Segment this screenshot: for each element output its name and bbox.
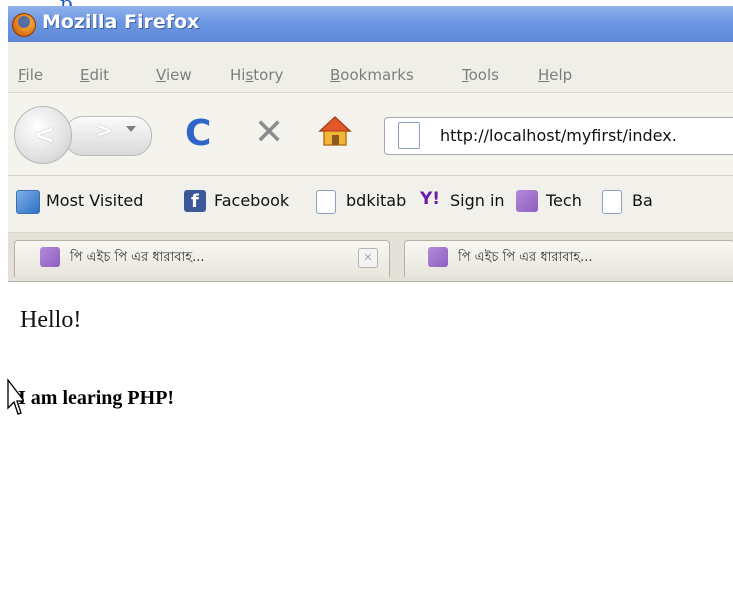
menu-edit[interactable]: Edit — [80, 66, 109, 84]
reload-icon[interactable]: C — [185, 113, 211, 154]
back-arrow-icon: < — [33, 120, 55, 150]
window-title: Mozilla Firefox — [42, 11, 200, 33]
bookmark-tech[interactable]: Tech — [546, 191, 582, 210]
facebook-icon: f — [184, 190, 206, 212]
tab-1-label: পি এইচ পি এর ধারাবাহ... — [70, 250, 205, 265]
menu-history[interactable]: History — [230, 66, 283, 84]
page-icon — [316, 190, 336, 214]
menu-bookmarks[interactable]: Bookmarks — [330, 66, 414, 84]
mouse-cursor-icon — [6, 378, 26, 422]
bookmark-most-visited[interactable]: Most Visited — [46, 191, 143, 210]
yahoo-icon: Y! — [420, 189, 441, 209]
most-visited-icon — [16, 190, 40, 214]
page-icon — [602, 190, 622, 214]
firefox-globe-icon — [18, 16, 30, 28]
stop-icon[interactable]: ✕ — [254, 112, 284, 153]
forward-arrow-icon: > — [96, 118, 113, 142]
menu-help[interactable]: Help — [538, 66, 572, 84]
menu-bar: File Edit View History Bookmarks Tools H… — [8, 42, 733, 93]
bookmark-ba[interactable]: Ba — [632, 191, 653, 210]
bookmark-bdkitab[interactable]: bdkitab — [346, 191, 406, 210]
menu-tools[interactable]: Tools — [462, 66, 499, 84]
menu-view[interactable]: View — [156, 66, 192, 84]
close-tab-icon[interactable]: ✕ — [358, 248, 378, 268]
page-content — [8, 282, 733, 594]
tab-favicon-icon — [428, 247, 448, 267]
url-text[interactable]: http://localhost/myfirst/index. — [440, 126, 677, 145]
menu-file[interactable]: File — [18, 66, 43, 84]
greeting-text: Hello! — [20, 307, 82, 333]
bookmark-sign-in[interactable]: Sign in — [450, 191, 505, 210]
tab-2-label: পি এইচ পি এর ধারাবাহ... — [458, 250, 593, 265]
home-icon[interactable] — [318, 115, 352, 151]
history-dropdown-icon[interactable] — [126, 126, 136, 132]
tab-favicon-icon — [40, 247, 60, 267]
bookmark-facebook[interactable]: Facebook — [214, 191, 289, 210]
page-icon — [398, 122, 420, 149]
message-heading: I am learing PHP! — [18, 387, 175, 409]
tech-icon — [516, 190, 538, 212]
